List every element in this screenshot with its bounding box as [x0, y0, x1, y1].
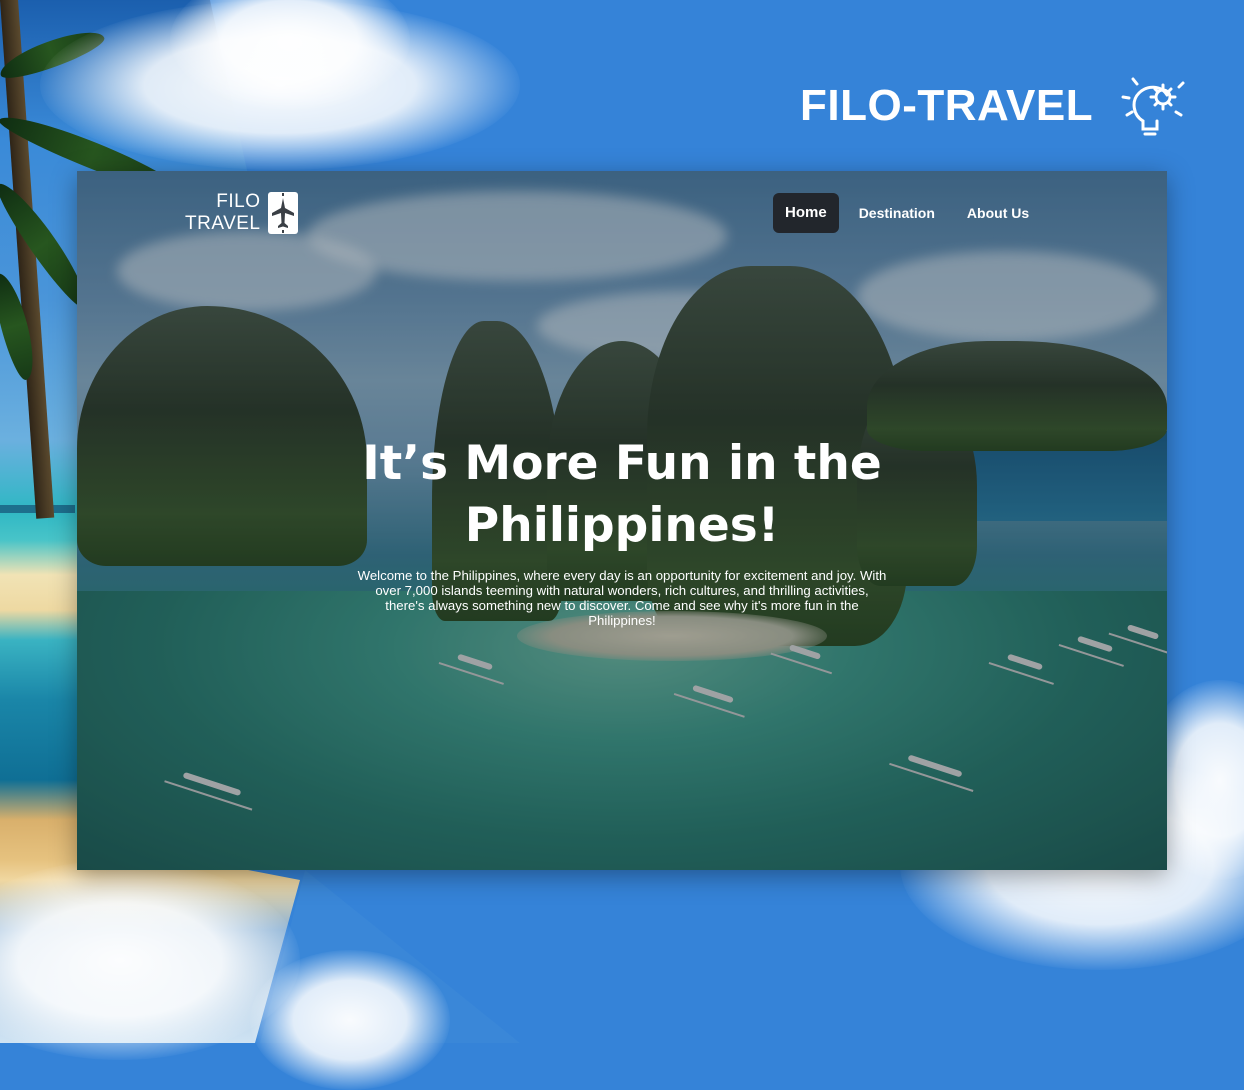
logo-text: FILO TRAVEL [185, 191, 261, 235]
site-logo[interactable]: FILO TRAVEL [185, 191, 298, 235]
website-preview: FILO TRAVEL Home Destination About Us It… [77, 171, 1167, 870]
hero-description: Welcome to the Philippines, where every … [357, 568, 887, 628]
brand: FILO-TRAVEL [800, 77, 1189, 136]
main-nav: Home Destination About Us [773, 193, 1049, 233]
logo-line-filo: FILO [216, 191, 261, 212]
brand-title: FILO-TRAVEL [800, 81, 1094, 130]
hero: It’s More Fun in the Philippines! Welcom… [77, 433, 1167, 628]
nav-about-us[interactable]: About Us [955, 193, 1041, 233]
logo-line-travel: TRAVEL [185, 213, 261, 234]
nav-destination[interactable]: Destination [847, 193, 947, 233]
hero-title: It’s More Fun in the Philippines! [362, 436, 882, 553]
airplane-icon [267, 192, 298, 234]
cloud [250, 950, 450, 1090]
nav-home[interactable]: Home [773, 193, 839, 233]
lightbulb-gear-icon [1119, 71, 1189, 141]
